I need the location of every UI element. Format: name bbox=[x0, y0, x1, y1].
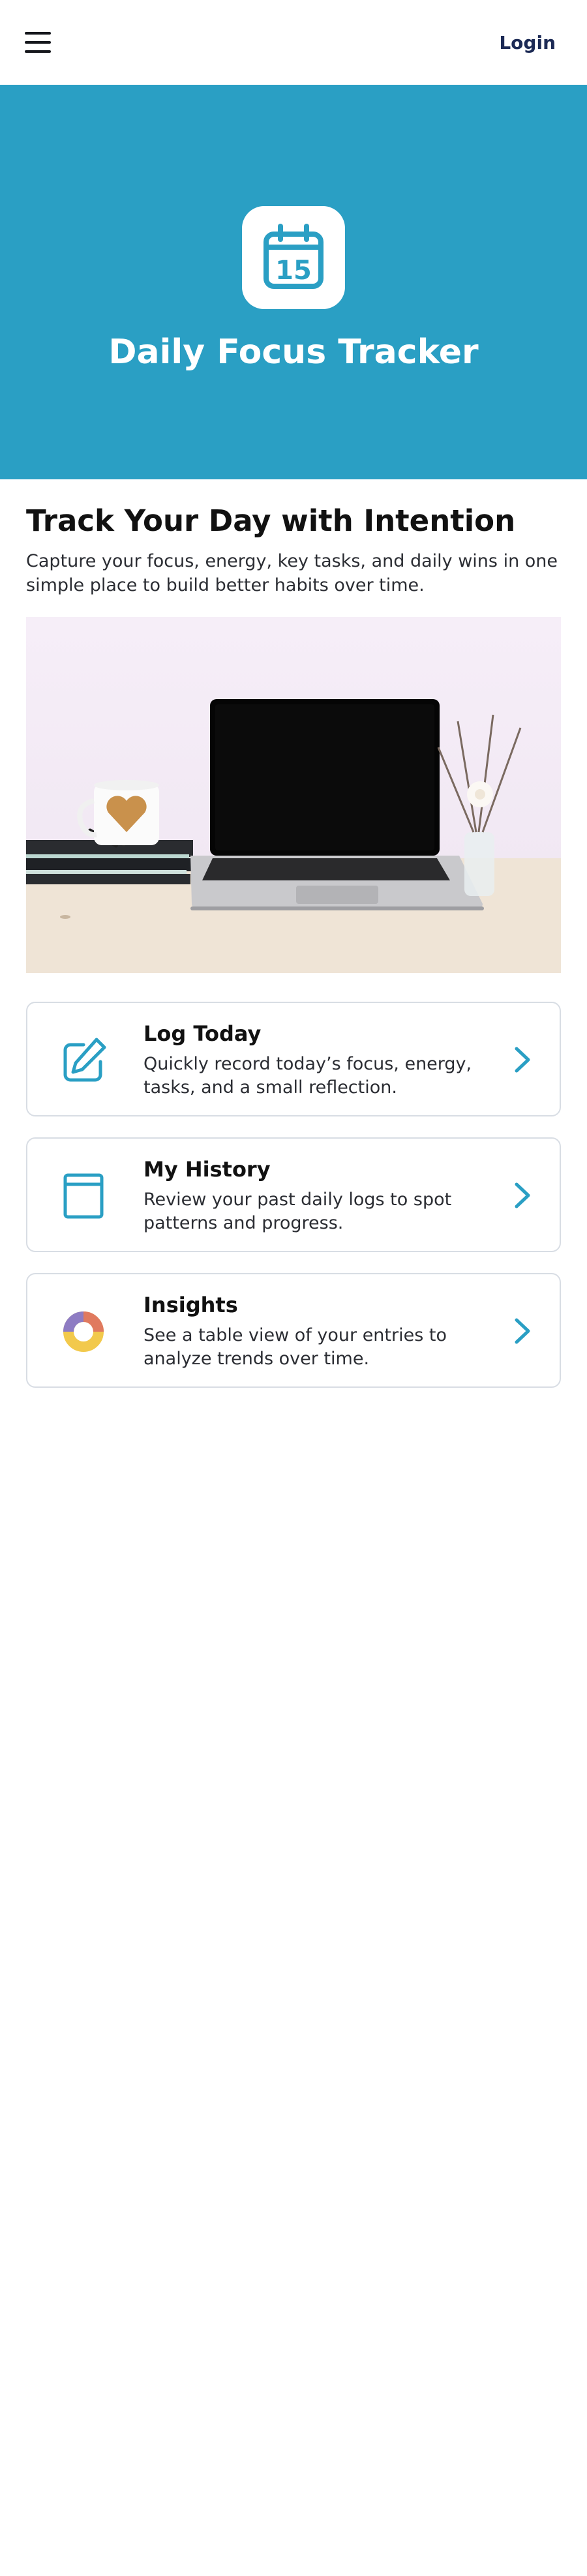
pencil-edit-icon bbox=[63, 1038, 106, 1082]
intro-text: Capture your focus, energy, key tasks, a… bbox=[26, 551, 558, 595]
my-history-card[interactable]: My History Review your past daily logs t… bbox=[26, 1137, 561, 1252]
hero-banner: 15 Daily Focus Tracker bbox=[0, 85, 587, 479]
calendar-icon: 15 bbox=[263, 224, 324, 289]
chevron-right-icon bbox=[515, 1182, 530, 1208]
card-description: Review your past daily logs to spot patt… bbox=[143, 1190, 452, 1233]
calendar-day-number: 15 bbox=[275, 256, 312, 286]
login-link[interactable]: Login bbox=[499, 32, 556, 53]
card-title: Insights bbox=[143, 1293, 238, 1317]
hamburger-menu-icon[interactable] bbox=[25, 32, 51, 53]
book-icon bbox=[63, 1173, 104, 1219]
card-description: Quickly record today’s focus, energy, ta… bbox=[143, 1054, 472, 1098]
log-today-card[interactable]: Log Today Quickly record today’s focus, … bbox=[26, 1002, 561, 1116]
chevron-right-icon bbox=[515, 1318, 530, 1344]
insights-card[interactable]: Insights See a table view of your entrie… bbox=[26, 1273, 561, 1388]
card-title: My History bbox=[143, 1157, 271, 1182]
intro-heading: Track Your Day with Intention bbox=[26, 503, 516, 538]
chevron-right-icon bbox=[515, 1047, 530, 1073]
donut-chart-icon bbox=[63, 1311, 104, 1352]
card-title: Log Today bbox=[143, 1021, 262, 1046]
card-description: See a table view of your entries to anal… bbox=[143, 1325, 447, 1369]
top-nav-bar: Login bbox=[0, 0, 587, 85]
hero-title: Daily Focus Tracker bbox=[108, 333, 479, 372]
desk-scene-illustration bbox=[26, 699, 561, 973]
desk-laptop-photo bbox=[26, 617, 561, 973]
hero-icon-tile: 15 bbox=[242, 206, 345, 309]
